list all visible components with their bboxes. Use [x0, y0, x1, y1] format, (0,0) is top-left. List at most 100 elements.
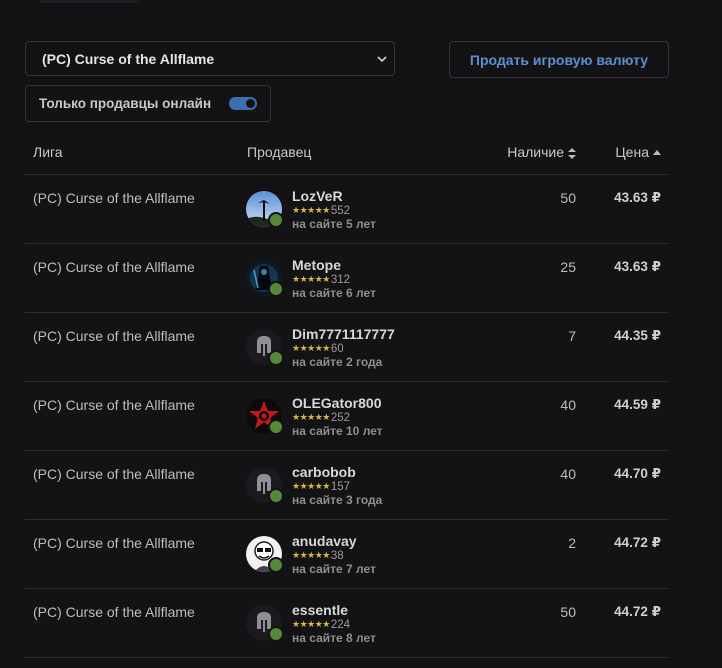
seller-name[interactable]: essentle [292, 602, 376, 618]
online-status-dot [268, 212, 284, 228]
seller-avatar[interactable] [246, 467, 284, 504]
seller-avatar[interactable] [246, 536, 284, 573]
online-only-filter: Только продавцы онлайн [25, 85, 271, 122]
online-status-dot [268, 350, 284, 366]
seller-name[interactable]: anudavay [292, 533, 376, 549]
header-price: Цена [615, 144, 649, 160]
header-price-sort[interactable]: Цена [615, 144, 661, 160]
seller-info: carbobob ★★★★★ 157 на сайте 3 года [292, 464, 382, 508]
top-strip [40, 0, 140, 3]
row-stock: 50 [560, 604, 576, 620]
row-league: (PC) Curse of the Allflame [33, 604, 195, 620]
seller-avatar[interactable] [246, 191, 284, 228]
online-only-label: Только продавцы онлайн [39, 96, 212, 111]
row-league: (PC) Curse of the Allflame [33, 259, 195, 275]
rating-stars-icon: ★★★★★ [292, 343, 330, 353]
seller-name[interactable]: Dim7771117777 [292, 326, 395, 342]
row-league: (PC) Curse of the Allflame [33, 190, 195, 206]
seller-name[interactable]: OLEGator800 [292, 395, 383, 411]
row-league: (PC) Curse of the Allflame [33, 397, 195, 413]
seller-info: anudavay ★★★★★ 38 на сайте 7 лет [292, 533, 376, 577]
rating-stars-icon: ★★★★★ [292, 481, 330, 491]
seller-avatar[interactable] [246, 398, 284, 435]
seller-rating: ★★★★★ 252 [292, 411, 383, 424]
header-stock-sort[interactable]: Наличие [507, 144, 576, 160]
online-status-dot [268, 557, 284, 573]
seller-tenure: на сайте 7 лет [292, 562, 376, 576]
seller-avatar[interactable] [246, 329, 284, 366]
table-row[interactable]: (PC) Curse of the Allflame LozVeR ★★★★★ … [25, 175, 669, 244]
rating-stars-icon: ★★★★★ [292, 274, 330, 284]
seller-rating: ★★★★★ 224 [292, 618, 376, 631]
row-league: (PC) Curse of the Allflame [33, 328, 195, 344]
row-league: (PC) Curse of the Allflame [33, 466, 195, 482]
table-row[interactable]: (PC) Curse of the Allflame anudavay ★★★★… [25, 520, 669, 589]
league-select-value: (PC) Curse of the Allflame [42, 50, 215, 67]
review-count: 157 [330, 480, 351, 493]
review-count: 552 [330, 204, 351, 217]
table-body: (PC) Curse of the Allflame LozVeR ★★★★★ … [25, 175, 669, 658]
row-price: 44.70 ₽ [614, 466, 661, 481]
review-count: 252 [330, 411, 351, 424]
sell-currency-button[interactable]: Продать игровую валюту [449, 41, 669, 78]
row-stock: 7 [568, 328, 576, 344]
seller-tenure: на сайте 10 лет [292, 424, 383, 438]
header-seller: Продавец [247, 144, 312, 160]
sort-both-icon [568, 147, 576, 159]
seller-name[interactable]: LozVeR [292, 188, 376, 204]
row-stock: 50 [560, 190, 576, 206]
seller-name[interactable]: Metope [292, 257, 376, 273]
review-count: 38 [330, 549, 344, 562]
online-status-dot [268, 626, 284, 642]
table-row[interactable]: (PC) Curse of the Allflame carbobob ★★★★… [25, 451, 669, 520]
switch-knob [246, 99, 255, 108]
seller-avatar[interactable] [246, 605, 284, 642]
online-only-switch[interactable] [229, 97, 257, 110]
table-header: Лига Продавец Наличие Цена [25, 130, 669, 175]
row-stock: 25 [560, 259, 576, 275]
rating-stars-icon: ★★★★★ [292, 412, 330, 422]
seller-rating: ★★★★★ 60 [292, 342, 395, 355]
table-row[interactable]: (PC) Curse of the Allflame Metope ★★★★★ … [25, 244, 669, 313]
row-price: 43.63 ₽ [614, 190, 661, 205]
row-price: 44.59 ₽ [614, 397, 661, 412]
sort-asc-icon [653, 150, 661, 156]
row-stock: 40 [560, 466, 576, 482]
row-price: 44.72 ₽ [614, 604, 661, 619]
seller-info: LozVeR ★★★★★ 552 на сайте 5 лет [292, 188, 376, 232]
row-price: 43.63 ₽ [614, 259, 661, 274]
seller-tenure: на сайте 6 лет [292, 286, 376, 300]
chevron-down-icon [377, 56, 387, 63]
rating-stars-icon: ★★★★★ [292, 205, 330, 215]
seller-name[interactable]: carbobob [292, 464, 382, 480]
seller-tenure: на сайте 3 года [292, 493, 383, 507]
seller-info: Metope ★★★★★ 312 на сайте 6 лет [292, 257, 376, 301]
header-league: Лига [33, 144, 63, 160]
review-count: 224 [330, 618, 351, 631]
review-count: 60 [330, 342, 344, 355]
seller-info: essentle ★★★★★ 224 на сайте 8 лет [292, 602, 376, 646]
league-select[interactable]: (PC) Curse of the Allflame [25, 41, 395, 76]
seller-avatar[interactable] [246, 260, 284, 297]
row-league: (PC) Curse of the Allflame [33, 535, 195, 551]
seller-rating: ★★★★★ 312 [292, 273, 376, 286]
row-price: 44.35 ₽ [614, 328, 661, 343]
online-status-dot [268, 419, 284, 435]
sell-currency-label: Продать игровую валюту [469, 51, 649, 68]
offers-table: Лига Продавец Наличие Цена (PC) Curse of… [25, 130, 669, 658]
rating-stars-icon: ★★★★★ [292, 619, 330, 629]
seller-rating: ★★★★★ 552 [292, 204, 376, 217]
online-status-dot [268, 281, 284, 297]
seller-tenure: на сайте 5 лет [292, 217, 376, 231]
seller-info: Dim7771117777 ★★★★★ 60 на сайте 2 года [292, 326, 395, 370]
seller-info: OLEGator800 ★★★★★ 252 на сайте 10 лет [292, 395, 383, 439]
online-status-dot [268, 488, 284, 504]
row-stock: 40 [560, 397, 576, 413]
table-row[interactable]: (PC) Curse of the Allflame OLEGator800 ★… [25, 382, 669, 451]
seller-rating: ★★★★★ 38 [292, 549, 376, 562]
table-row[interactable]: (PC) Curse of the Allflame essentle ★★★★… [25, 589, 669, 658]
seller-tenure: на сайте 8 лет [292, 631, 376, 645]
review-count: 312 [330, 273, 351, 286]
table-row[interactable]: (PC) Curse of the Allflame Dim7771117777… [25, 313, 669, 382]
header-stock: Наличие [507, 144, 564, 160]
